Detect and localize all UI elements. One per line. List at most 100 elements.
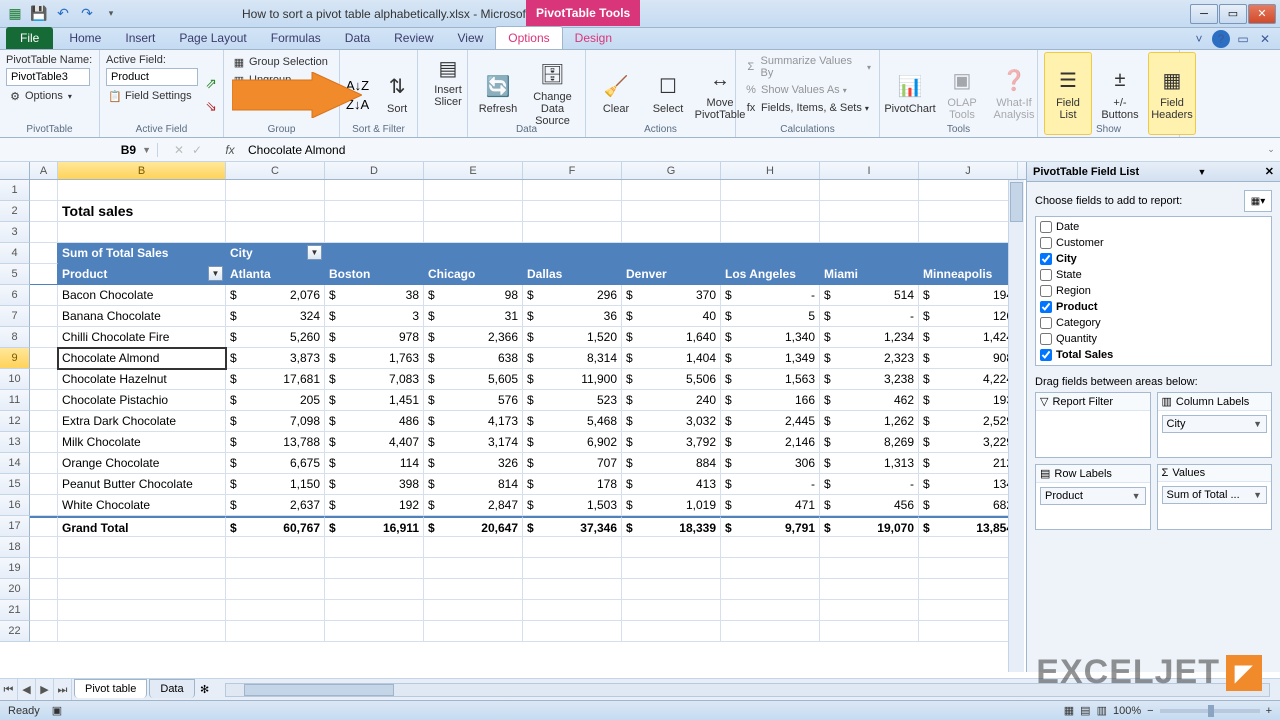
minimize-ribbon-icon[interactable]: ˅: [1190, 30, 1208, 48]
plusminus-buttons-button[interactable]: ±+/- Buttons: [1096, 52, 1144, 135]
area-item-city[interactable]: City▼: [1162, 415, 1268, 433]
sort-za-icon[interactable]: Z↓A: [346, 97, 369, 112]
field-list-button[interactable]: ☰Field List: [1044, 52, 1092, 135]
city-filter-dropdown[interactable]: ▼: [307, 245, 322, 260]
minimize-button[interactable]: ─: [1190, 4, 1218, 24]
tab-view[interactable]: View: [446, 27, 496, 49]
summarize-values-button[interactable]: ΣSummarize Values By▾: [742, 54, 873, 80]
area-item-product[interactable]: Product▼: [1040, 487, 1146, 505]
name-box[interactable]: B9▼: [0, 143, 158, 157]
sort-button[interactable]: ⇅ Sort: [373, 71, 421, 117]
area-values[interactable]: ΣValues Sum of Total ...▼: [1157, 464, 1273, 530]
enter-formula-icon: ✓: [192, 143, 202, 157]
excel-app-icon[interactable]: ▦: [4, 3, 26, 25]
area-report-filter[interactable]: ▽Report Filter: [1035, 392, 1151, 458]
zoom-slider[interactable]: [1160, 709, 1260, 713]
sheet-tab-pivot-table[interactable]: Pivot table: [74, 679, 147, 698]
tab-data[interactable]: Data: [333, 27, 382, 49]
field-settings-button[interactable]: 📋Field Settings: [106, 88, 201, 104]
redo-icon[interactable]: ↷: [76, 3, 98, 25]
new-sheet-icon[interactable]: ✻: [195, 683, 215, 696]
zoom-out-icon[interactable]: −: [1147, 705, 1153, 717]
expand-field-icon[interactable]: ⇗: [205, 75, 217, 92]
tab-options[interactable]: Options: [495, 26, 562, 49]
insert-slicer-button[interactable]: ▤Insert Slicer: [424, 52, 472, 110]
fx-icon: fx: [744, 101, 758, 115]
formula-input[interactable]: Chocolate Almond: [242, 143, 1262, 157]
macro-record-icon[interactable]: ▣: [52, 704, 62, 717]
tab-formulas[interactable]: Formulas: [259, 27, 333, 49]
whatif-button[interactable]: ❓What-If Analysis: [990, 52, 1038, 135]
help-icon[interactable]: ?: [1212, 30, 1230, 48]
fields-items-sets-button[interactable]: fxFields, Items, & Sets▾: [742, 100, 873, 116]
group-selection-button[interactable]: ▦Group Selection: [230, 54, 333, 70]
product-filter-dropdown[interactable]: ▼: [208, 266, 223, 281]
zoom-in-icon[interactable]: +: [1266, 705, 1272, 717]
field-headers-button[interactable]: ▦Field Headers: [1148, 52, 1196, 135]
qat-customize-icon[interactable]: ▾: [100, 3, 122, 25]
field-list-layout-button[interactable]: ▦▾: [1244, 190, 1272, 212]
sheet-tab-data[interactable]: Data: [149, 679, 194, 698]
collapse-field-icon[interactable]: ⇘: [205, 98, 217, 115]
field-item-customer[interactable]: Customer: [1038, 235, 1269, 251]
refresh-button[interactable]: 🔄Refresh: [474, 52, 522, 135]
field-item-state[interactable]: State: [1038, 267, 1269, 283]
tab-page-layout[interactable]: Page Layout: [167, 27, 258, 49]
area-row-labels[interactable]: ▤Row Labels Product▼: [1035, 464, 1151, 530]
area-item-sum-total[interactable]: Sum of Total ...▼: [1162, 486, 1268, 504]
pivottable-options-button[interactable]: ⚙Options▾: [6, 88, 93, 104]
tab-design[interactable]: Design: [563, 27, 624, 49]
worksheet-grid[interactable]: ABCDEFGHIJ 12Total sales34Sum of Total S…: [0, 162, 1026, 672]
sort-az-icon[interactable]: A↓Z: [346, 78, 369, 93]
field-item-date[interactable]: Date: [1038, 219, 1269, 235]
group-calculations: ΣSummarize Values By▾ %Show Values As▾ f…: [736, 50, 880, 137]
olap-tools-button[interactable]: ▣OLAP Tools: [938, 52, 986, 135]
field-item-category[interactable]: Category: [1038, 315, 1269, 331]
tab-review[interactable]: Review: [382, 27, 445, 49]
slicer-icon: ▤: [434, 54, 462, 82]
field-list-dropdown-icon[interactable]: ▼: [1198, 167, 1207, 177]
vertical-scrollbar[interactable]: [1008, 180, 1024, 672]
tab-insert[interactable]: Insert: [113, 27, 167, 49]
clear-button[interactable]: 🧹Clear: [592, 52, 640, 135]
group-label-sortfilter: Sort & Filter: [340, 124, 417, 135]
field-item-city[interactable]: City: [1038, 251, 1269, 267]
workbook-close-icon[interactable]: ✕: [1256, 30, 1274, 48]
maximize-button[interactable]: ▭: [1219, 4, 1247, 24]
field-item-product[interactable]: Product: [1038, 299, 1269, 315]
window-title: How to sort a pivot table alphabetically…: [242, 7, 562, 21]
group-field-button[interactable]: ▦Group Field: [230, 90, 333, 106]
namebox-dropdown-icon[interactable]: ▼: [142, 145, 151, 155]
save-icon[interactable]: 💾: [28, 3, 50, 25]
area-column-labels[interactable]: ▥Column Labels City▼: [1157, 392, 1273, 458]
undo-icon[interactable]: ↶: [52, 3, 74, 25]
active-field-label: Active Field:: [106, 54, 201, 66]
group-active-field: Active Field: 📋Field Settings ⇗ ⇘ Active…: [100, 50, 224, 137]
field-item-total sales[interactable]: Total Sales: [1038, 347, 1269, 363]
change-data-source-button[interactable]: 🗄Change Data Source: [526, 52, 579, 135]
field-item-region[interactable]: Region: [1038, 283, 1269, 299]
close-button[interactable]: ✕: [1248, 4, 1276, 24]
select-button[interactable]: ☐Select: [644, 52, 692, 135]
tab-file[interactable]: File: [6, 27, 53, 49]
show-values-as-button[interactable]: %Show Values As▾: [742, 82, 873, 98]
last-sheet-icon[interactable]: ⏭: [54, 679, 72, 701]
next-sheet-icon[interactable]: ▶: [36, 679, 54, 701]
first-sheet-icon[interactable]: ⏮: [0, 679, 18, 701]
pivottable-name-input[interactable]: [6, 68, 90, 86]
ungroup-button[interactable]: ▥Ungroup: [230, 72, 333, 88]
field-list-title: PivotTable Field List: [1033, 166, 1139, 178]
prev-sheet-icon[interactable]: ◀: [18, 679, 36, 701]
zoom-level[interactable]: 100%: [1113, 705, 1141, 717]
view-pagebreak-icon[interactable]: ▥: [1097, 704, 1107, 717]
insert-function-icon[interactable]: fx: [218, 143, 242, 157]
pivotchart-button[interactable]: 📊PivotChart: [886, 52, 934, 135]
view-layout-icon[interactable]: ▤: [1080, 704, 1090, 717]
view-normal-icon[interactable]: ▦: [1064, 704, 1074, 717]
tab-home[interactable]: Home: [57, 27, 113, 49]
field-list-close-icon[interactable]: ✕: [1265, 165, 1274, 178]
active-field-input[interactable]: [106, 68, 198, 86]
workbook-restore-icon[interactable]: ▭: [1234, 30, 1252, 48]
field-item-quantity[interactable]: Quantity: [1038, 331, 1269, 347]
expand-formula-bar-icon[interactable]: ⌄: [1262, 144, 1280, 155]
